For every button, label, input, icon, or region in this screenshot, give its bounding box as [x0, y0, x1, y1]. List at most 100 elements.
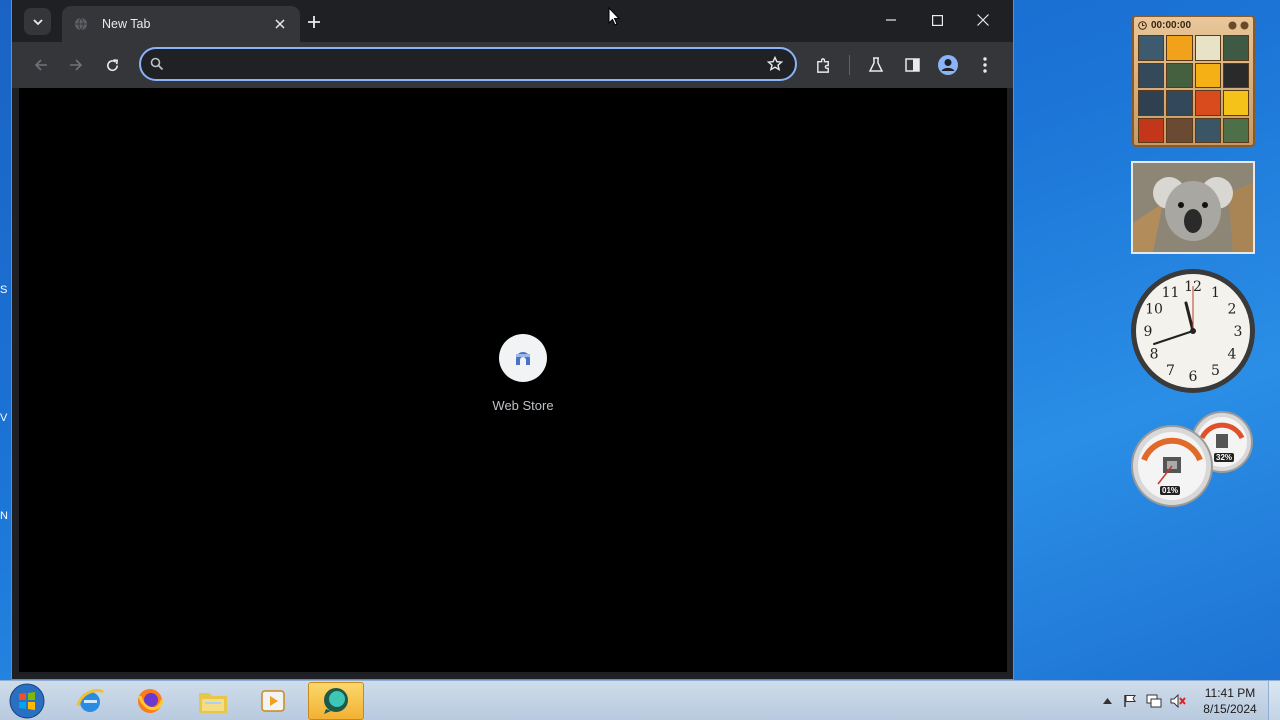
puzzle-tile[interactable]: [1194, 35, 1221, 61]
omnibox[interactable]: [139, 47, 797, 81]
taskbar-clock[interactable]: 11:41 PM 8/15/2024: [1192, 685, 1268, 717]
minimize-button[interactable]: [869, 6, 913, 34]
volume-tray[interactable]: [1168, 681, 1188, 720]
puzzle-tile[interactable]: [1222, 90, 1249, 116]
puzzle-tile[interactable]: [1222, 117, 1249, 143]
internet-explorer-icon: [76, 689, 104, 712]
profile-button[interactable]: [934, 51, 962, 79]
new-tab-page: Web Store: [19, 88, 1007, 672]
show-hidden-icons-button[interactable]: [1100, 681, 1114, 720]
clock-numeral: 6: [1189, 369, 1198, 385]
cpu-meter-gadget[interactable]: 01% 32%: [1128, 410, 1256, 510]
slideshow-gadget[interactable]: [1131, 161, 1255, 254]
flag-icon: [1124, 695, 1136, 707]
puzzle-grid: [1138, 35, 1249, 143]
cpu-meter-dials: [1131, 411, 1253, 507]
show-desktop-button[interactable]: [1268, 681, 1280, 720]
puzzle-tile[interactable]: [1138, 62, 1165, 88]
puzzle-tile[interactable]: [1194, 90, 1221, 116]
clock-time: 11:41 PM: [1204, 686, 1256, 700]
puzzle-tile[interactable]: [1222, 62, 1249, 88]
arrow-left-icon: [34, 59, 47, 71]
clock-numeral: 7: [1166, 363, 1175, 379]
action-center-tray[interactable]: [1120, 681, 1140, 720]
puzzle-tile[interactable]: [1166, 90, 1193, 116]
puzzle-tile[interactable]: [1194, 62, 1221, 88]
puzzle-tile[interactable]: [1194, 117, 1221, 143]
web-store-icon: [516, 352, 530, 365]
network-tray[interactable]: [1144, 681, 1164, 720]
maximize-icon: [931, 14, 943, 26]
clock-gadget[interactable]: 12 1 2 3 4 5 6 7 8 9 10 11: [1130, 268, 1256, 394]
chevron-up-icon: [1102, 698, 1112, 704]
volume-muted-icon: [1170, 694, 1186, 708]
menu-button[interactable]: [971, 51, 999, 79]
avatar-icon: [938, 55, 958, 75]
title-bar[interactable]: New Tab: [12, 0, 1013, 42]
browser-toolbar: [12, 42, 1013, 88]
help-icon[interactable]: [1228, 21, 1237, 30]
clock-numeral: 11: [1162, 285, 1180, 301]
windows-orb-icon: [9, 683, 45, 719]
tab-search-button[interactable]: [24, 8, 51, 35]
maximize-button[interactable]: [915, 6, 959, 34]
puzzle-tile[interactable]: [1138, 35, 1165, 61]
shortcut-tile-web-store[interactable]: Web Store: [468, 334, 578, 413]
address-input[interactable]: [171, 53, 751, 75]
taskbar-app-file-explorer[interactable]: [185, 682, 241, 720]
side-panel-icon: [904, 58, 920, 72]
tab-title: New Tab: [102, 17, 151, 31]
cpu-usage-value: 01%: [1160, 486, 1181, 495]
puzzle-tile[interactable]: [1138, 117, 1165, 143]
clock-numeral: 1: [1211, 285, 1220, 301]
puzzle-piece-icon: [816, 57, 829, 73]
taskbar-app-media-player[interactable]: [245, 682, 301, 720]
media-player-icon: [261, 690, 285, 712]
puzzle-tile[interactable]: [1166, 117, 1193, 143]
taskbar-app-firefox[interactable]: [122, 682, 178, 720]
shortcut-label: Web Store: [492, 398, 554, 413]
flask-icon: [868, 57, 884, 72]
close-icon: [977, 14, 989, 26]
koala-photo: [1133, 163, 1253, 252]
puzzle-timer: 00:00:00: [1151, 19, 1192, 31]
new-tab-button[interactable]: [302, 10, 326, 34]
puzzle-tile[interactable]: [1166, 62, 1193, 88]
shortcut-icon-container: [499, 334, 547, 382]
desktop-icon-label-fragment: S: [0, 284, 8, 296]
clock-numeral: 5: [1211, 363, 1220, 379]
browser-window: New Tab Web Store: [11, 0, 1014, 680]
clock-numeral: 4: [1228, 347, 1237, 363]
puzzle-tile[interactable]: [1138, 90, 1165, 116]
puzzle-tile[interactable]: [1166, 35, 1193, 61]
clock-numeral: 9: [1144, 324, 1153, 340]
clock-numeral: 2: [1228, 302, 1237, 318]
clock-numeral: 10: [1145, 302, 1163, 318]
minimize-icon: [886, 19, 896, 21]
tab-close-button[interactable]: [272, 16, 288, 32]
labs-button[interactable]: [862, 51, 890, 79]
side-panel-button[interactable]: [898, 51, 926, 79]
search-icon: [150, 57, 164, 71]
reload-button[interactable]: [98, 51, 126, 79]
arrow-right-icon: [70, 59, 83, 71]
picture-puzzle-gadget[interactable]: 00:00:00: [1132, 15, 1255, 147]
picture-icon[interactable]: [1240, 21, 1249, 30]
taskbar-app-active[interactable]: [308, 682, 364, 720]
more-vert-icon: [983, 57, 987, 73]
bookmark-star-icon[interactable]: [767, 56, 783, 72]
analog-clock: 12 1234567891011: [1131, 269, 1255, 393]
puzzle-tile[interactable]: [1222, 35, 1249, 61]
back-button[interactable]: [27, 51, 55, 79]
taskbar-app-internet-explorer[interactable]: [62, 682, 118, 720]
globe-icon: [75, 17, 87, 31]
forward-button[interactable]: [62, 51, 90, 79]
taskbar: 11:41 PM 8/15/2024: [0, 680, 1280, 720]
tab-new-tab[interactable]: New Tab: [62, 6, 300, 42]
extensions-button[interactable]: [809, 51, 837, 79]
firefox-icon: [138, 689, 164, 713]
close-window-button[interactable]: [961, 6, 1005, 34]
clock-date: 8/15/2024: [1203, 702, 1257, 716]
chevron-down-icon: [32, 18, 43, 25]
start-button[interactable]: [7, 682, 47, 720]
